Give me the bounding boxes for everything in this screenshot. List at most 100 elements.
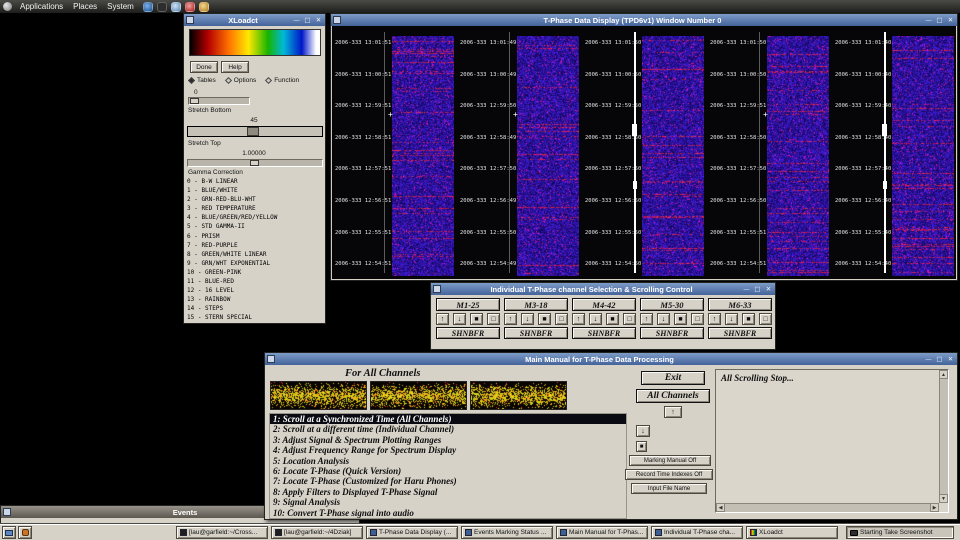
stop-button[interactable]: ■ <box>742 313 755 325</box>
menu-option-3[interactable]: 3: Adjust Signal & Spectrum Plotting Ran… <box>270 435 626 445</box>
menubar-menu[interactable]: System <box>102 2 139 11</box>
scroll-down-button[interactable]: ↓ <box>453 313 466 325</box>
terminal-launcher-icon[interactable] <box>157 2 167 12</box>
close-icon[interactable]: ✕ <box>314 16 323 25</box>
window-menu-icon[interactable] <box>267 355 275 363</box>
color-table-option[interactable]: 6 - PRISM <box>187 232 324 241</box>
xloadct-titlebar[interactable]: XLoadct — □ ✕ <box>184 14 325 26</box>
color-table-option[interactable]: 3 - RED TEMPERATURE <box>187 204 324 213</box>
tables-radio[interactable]: Tables <box>189 77 216 84</box>
input-file-name-button[interactable]: Input File Name <box>631 483 707 494</box>
menu-option-5[interactable]: 5: Location Analysis <box>270 456 626 466</box>
color-table-option[interactable]: 12 - 16 LEVEL <box>187 286 324 295</box>
color-table-option[interactable]: 5 - STD GAMMA-II <box>187 222 324 231</box>
package-launcher-icon[interactable] <box>185 2 195 12</box>
stretch-bottom-slider[interactable] <box>188 97 250 105</box>
taskbar-window-button[interactable]: XLoadct <box>746 526 838 539</box>
stop-button[interactable]: ■ <box>538 313 551 325</box>
scroll-up-button[interactable]: ↑ <box>436 313 449 325</box>
spectrogram-channel-1[interactable] <box>392 36 454 276</box>
maximize-icon[interactable]: □ <box>935 355 944 364</box>
pause-button[interactable]: □ <box>623 313 636 325</box>
spectrogram-channel-5[interactable] <box>892 36 954 276</box>
tpd-titlebar[interactable]: T-Phase Data Display (TPD6v1) Window Num… <box>331 14 957 26</box>
channel-button[interactable]: M1-25 <box>436 298 500 311</box>
menu-option-8[interactable]: 8: Apply Filters to Displayed T-Phase Si… <box>270 487 626 497</box>
minimize-icon[interactable]: — <box>924 16 933 25</box>
menubar-menu[interactable]: Places <box>68 2 102 11</box>
web-browser-launcher-icon[interactable] <box>143 2 153 12</box>
spectrogram-channel-3[interactable] <box>642 36 704 276</box>
marking-manual-button[interactable]: Marking Manual Off <box>629 455 711 466</box>
taskbar-window-button[interactable]: [lau@garfield:~/4Dziak] <box>271 526 363 539</box>
done-button[interactable]: Done <box>190 61 218 73</box>
menu-option-6[interactable]: 6: Locate T-Phase (Quick Version) <box>270 466 626 476</box>
vertical-scrollbar[interactable]: ▲ ▼ <box>939 370 948 503</box>
pause-button[interactable]: □ <box>487 313 500 325</box>
minimize-icon[interactable]: — <box>924 355 933 364</box>
color-table-option[interactable]: 4 - BLUE/GREEN/RED/YELLOW <box>187 213 324 222</box>
scroll-down-button[interactable]: ↓ <box>657 313 670 325</box>
record-time-indexes-button[interactable]: Record Time Indexes Off <box>625 469 713 480</box>
window-menu-icon[interactable] <box>186 16 194 24</box>
scroll-up-button[interactable]: ↑ <box>572 313 585 325</box>
menu-option-1[interactable]: 1: Scroll at a Synchronized Time (All Ch… <box>270 414 626 424</box>
scroll-down-button[interactable]: ↓ <box>636 425 650 437</box>
pause-button[interactable]: □ <box>555 313 568 325</box>
window-menu-icon[interactable] <box>3 508 11 516</box>
taskbar-window-button[interactable]: T-Phase Data Display (... <box>366 526 458 539</box>
menu-option-7[interactable]: 7: Locate T-Phase (Customized for Haru P… <box>270 476 626 486</box>
help-button[interactable]: Help <box>221 61 249 73</box>
scroll-down-arrow-icon[interactable]: ▼ <box>939 494 948 503</box>
taskbar-window-button[interactable]: Events Marking Status ... <box>461 526 553 539</box>
filter-button[interactable]: SHNBFR <box>708 327 772 339</box>
color-table-option[interactable]: 14 - STEPS <box>187 304 324 313</box>
taskbar-window-button[interactable]: Individual T-Phase cha... <box>651 526 743 539</box>
pause-button[interactable]: □ <box>691 313 704 325</box>
channel-button[interactable]: M5-30 <box>640 298 704 311</box>
editor-launcher-icon[interactable] <box>199 2 209 12</box>
scroll-right-arrow-icon[interactable]: ▶ <box>930 503 939 512</box>
stop-button[interactable]: ■ <box>606 313 619 325</box>
filter-button[interactable]: SHNBFR <box>572 327 636 339</box>
exit-button[interactable]: Exit <box>641 371 705 385</box>
scroll-up-arrow-icon[interactable]: ▲ <box>939 370 948 379</box>
stretch-top-slider[interactable] <box>187 126 323 137</box>
window-menu-icon[interactable] <box>333 16 341 24</box>
channel-thumbnail-1[interactable] <box>270 381 367 410</box>
options-radio[interactable]: Options <box>226 77 256 84</box>
menu-option-2[interactable]: 2: Scroll at a different time (Individua… <box>270 424 626 434</box>
close-icon[interactable]: ✕ <box>764 285 773 294</box>
scroll-up-button[interactable]: ↑ <box>640 313 653 325</box>
spectrogram-channel-2[interactable] <box>517 36 579 276</box>
horizontal-scrollbar[interactable]: ◀ ▶ <box>716 503 939 512</box>
color-table-option[interactable]: 2 - GRN-RED-BLU-WHT <box>187 195 324 204</box>
scroll-left-arrow-icon[interactable]: ◀ <box>716 503 725 512</box>
pause-button[interactable]: □ <box>759 313 772 325</box>
minimize-icon[interactable]: — <box>292 16 301 25</box>
color-table-option[interactable]: 8 - GREEN/WHITE LINEAR <box>187 250 324 259</box>
main-menu-icon[interactable] <box>3 2 12 11</box>
scroll-up-button[interactable]: ↑ <box>708 313 721 325</box>
gamma-slider[interactable] <box>187 159 323 167</box>
stop-button[interactable]: ■ <box>674 313 687 325</box>
color-table-option[interactable]: 15 - STERN SPECIAL <box>187 313 324 322</box>
color-table-option[interactable]: 10 - GREEN-PINK <box>187 268 324 277</box>
maximize-icon[interactable]: □ <box>935 16 944 25</box>
channel-button[interactable]: M4-42 <box>572 298 636 311</box>
taskbar-window-button[interactable]: [lau@garfield:~/Cross... <box>176 526 268 539</box>
menubar-menu[interactable]: Applications <box>15 2 68 11</box>
channel-button[interactable]: M6-33 <box>708 298 772 311</box>
spectrogram-channel-4[interactable] <box>767 36 829 276</box>
window-list-button[interactable] <box>18 526 32 539</box>
scroll-down-button[interactable]: ↓ <box>589 313 602 325</box>
file-manager-launcher-icon[interactable] <box>171 2 181 12</box>
show-desktop-button[interactable] <box>2 526 16 539</box>
menu-option-4[interactable]: 4: Adjust Frequency Range for Spectrum D… <box>270 445 626 455</box>
filter-button[interactable]: SHNBFR <box>436 327 500 339</box>
close-icon[interactable]: ✕ <box>946 355 955 364</box>
window-menu-icon[interactable] <box>433 285 441 293</box>
channel-thumbnail-3[interactable] <box>470 381 567 410</box>
filter-button[interactable]: SHNBFR <box>640 327 704 339</box>
all-channels-button[interactable]: All Channels <box>636 389 710 403</box>
